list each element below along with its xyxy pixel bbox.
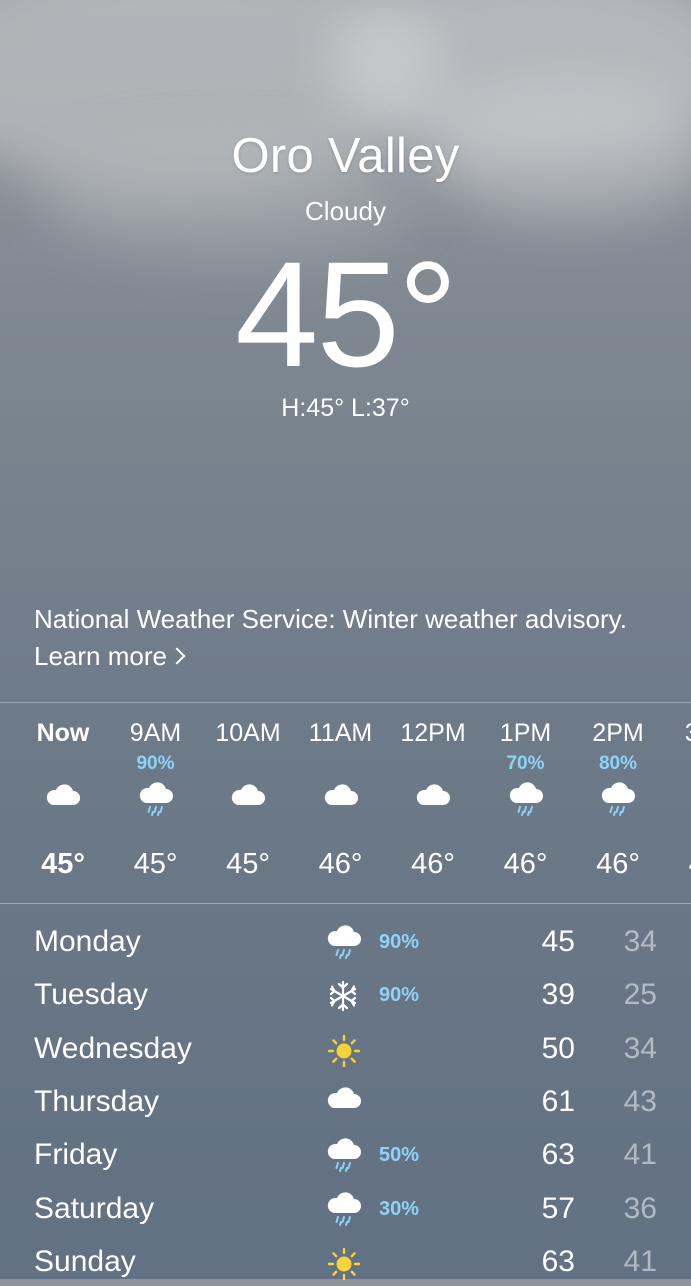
cloud-icon bbox=[45, 783, 81, 815]
day-precip-chance: 30% bbox=[379, 1198, 419, 1221]
hourly-forecast[interactable]: Now 45° 9AM 90% 45° 10AM 45° 11AM 46° 12PM 46° 1PM 7… bbox=[0, 703, 691, 903]
hour-temperature: 46° bbox=[387, 848, 479, 881]
cloud-icon bbox=[326, 1086, 364, 1120]
hour-label: 11AM bbox=[295, 719, 387, 748]
hour-temperature: 45° bbox=[110, 848, 202, 881]
snowflake-icon bbox=[326, 979, 364, 1013]
day-low: 43 bbox=[624, 1085, 657, 1119]
hour-precip-chance: 90% bbox=[110, 753, 202, 775]
hour-precip-chance: 60% bbox=[665, 753, 691, 775]
cloud-rain-icon bbox=[326, 1193, 364, 1227]
weather-advisory[interactable]: National Weather Service: Winter weather… bbox=[34, 601, 654, 675]
chevron-right-icon bbox=[168, 648, 185, 665]
divider bbox=[0, 903, 691, 904]
daily-row: Tuesday 90% 39 25 bbox=[0, 966, 691, 1019]
sun-icon bbox=[326, 1033, 364, 1067]
day-high: 63 bbox=[542, 1245, 575, 1279]
day-high: 45 bbox=[542, 925, 575, 959]
sun-icon bbox=[326, 1246, 364, 1280]
hour-label: 2PM bbox=[572, 719, 664, 748]
day-name: Sunday bbox=[34, 1245, 136, 1279]
day-low: 34 bbox=[624, 1032, 657, 1066]
hour-precip-chance: 80% bbox=[572, 753, 664, 775]
hour-label: 9AM bbox=[110, 719, 202, 748]
cloud-rain-icon bbox=[600, 783, 636, 815]
cloud-icon bbox=[230, 783, 266, 815]
cloud-rain-icon bbox=[326, 1139, 364, 1173]
day-precip-chance: 90% bbox=[379, 984, 419, 1007]
hour-temperature: 45° bbox=[17, 848, 109, 881]
cloud-icon bbox=[415, 783, 451, 815]
day-high: 39 bbox=[542, 978, 575, 1012]
daily-row: Saturday 30% 57 36 bbox=[0, 1180, 691, 1233]
daily-row: Thursday 61 43 bbox=[0, 1073, 691, 1126]
day-high: 63 bbox=[542, 1138, 575, 1172]
hour-label: 12PM bbox=[387, 719, 479, 748]
day-high: 61 bbox=[542, 1085, 575, 1119]
day-precip-chance: 50% bbox=[379, 1144, 419, 1167]
hour-label: 1PM bbox=[480, 719, 572, 748]
day-name: Monday bbox=[34, 925, 141, 959]
hour-precip-chance: 70% bbox=[480, 753, 572, 775]
day-precip-chance: 90% bbox=[379, 931, 419, 954]
day-high: 57 bbox=[542, 1192, 575, 1226]
hour-temperature: 46° bbox=[295, 848, 387, 881]
cloud-rain-icon bbox=[138, 783, 174, 815]
day-low: 41 bbox=[624, 1245, 657, 1279]
hour-label: Now bbox=[17, 719, 109, 748]
daily-row: Wednesday 50 34 bbox=[0, 1020, 691, 1073]
hour-label: 10AM bbox=[202, 719, 294, 748]
advisory-text: National Weather Service: Winter weather… bbox=[34, 604, 627, 671]
daily-row: Sunday 63 41 bbox=[0, 1233, 691, 1286]
hour-temperature: 45° bbox=[202, 848, 294, 881]
day-name: Thursday bbox=[34, 1085, 159, 1119]
day-low: 36 bbox=[624, 1192, 657, 1226]
day-name: Wednesday bbox=[34, 1032, 192, 1066]
hour-temperature: 46° bbox=[572, 848, 664, 881]
cloud-icon bbox=[323, 783, 359, 815]
day-high: 50 bbox=[542, 1032, 575, 1066]
day-name: Friday bbox=[34, 1138, 117, 1172]
day-name: Tuesday bbox=[34, 978, 148, 1012]
day-low: 41 bbox=[624, 1138, 657, 1172]
hour-label: 3PM bbox=[665, 719, 691, 748]
current-condition: Cloudy bbox=[0, 196, 691, 227]
day-name: Saturday bbox=[34, 1192, 154, 1226]
hour-temperature: 46° bbox=[665, 848, 691, 881]
current-temperature: 45° bbox=[0, 234, 691, 394]
hour-temperature: 46° bbox=[480, 848, 572, 881]
daily-row: Monday 90% 45 34 bbox=[0, 913, 691, 966]
day-low: 34 bbox=[624, 925, 657, 959]
day-low: 25 bbox=[624, 978, 657, 1012]
city-name: Oro Valley bbox=[0, 128, 691, 184]
high-low: H:45° L:37° bbox=[0, 394, 691, 423]
daily-row: Friday 50% 63 41 bbox=[0, 1126, 691, 1179]
cloud-rain-icon bbox=[326, 926, 364, 960]
cloud-rain-icon bbox=[508, 783, 544, 815]
